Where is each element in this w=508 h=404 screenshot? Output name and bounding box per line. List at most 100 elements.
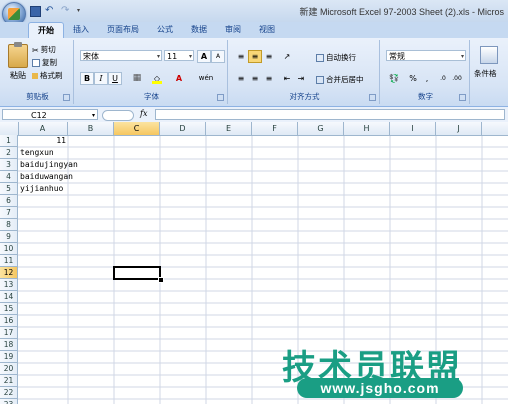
decrease-indent-icon[interactable]: ⇤ bbox=[280, 72, 294, 85]
paste-icon[interactable] bbox=[8, 42, 28, 68]
scissors-icon: ✂ bbox=[32, 45, 39, 55]
name-box-value: C12 bbox=[31, 111, 47, 120]
align-right-icon[interactable]: ≡ bbox=[262, 72, 276, 85]
column-header-e[interactable]: E bbox=[206, 122, 252, 135]
name-box[interactable]: C12 ▾ bbox=[2, 109, 98, 120]
cut-button[interactable]: ✂ 剪切 bbox=[32, 44, 56, 55]
row-header-10[interactable]: 10 bbox=[0, 243, 18, 255]
increase-indent-icon[interactable]: ⇥ bbox=[294, 72, 308, 85]
font-name-combo[interactable]: 宋体 ▾ bbox=[80, 50, 162, 61]
row-header-21[interactable]: 21 bbox=[0, 375, 18, 387]
number-format-combo[interactable]: 常规 ▾ bbox=[386, 50, 466, 61]
row-header-22[interactable]: 22 bbox=[0, 387, 18, 399]
grow-font-button[interactable]: A bbox=[197, 50, 211, 63]
row-header-2[interactable]: 2 bbox=[0, 147, 18, 159]
column-header-c[interactable]: C bbox=[114, 122, 160, 135]
wrap-text-button[interactable]: 自动换行 bbox=[316, 52, 356, 63]
row-header-14[interactable]: 14 bbox=[0, 291, 18, 303]
redo-icon[interactable]: ↷ bbox=[61, 5, 73, 17]
row-header-1[interactable]: 1 bbox=[0, 135, 18, 147]
insert-function-button[interactable]: fx bbox=[140, 109, 147, 118]
column-header-j[interactable]: J bbox=[436, 122, 482, 135]
font-size-combo[interactable]: 11 ▾ bbox=[164, 50, 194, 61]
conditional-format-icon[interactable] bbox=[480, 46, 498, 64]
number-launcher-icon[interactable] bbox=[459, 94, 466, 101]
conditional-format-button[interactable]: 条件格 bbox=[474, 68, 497, 79]
copy-icon bbox=[32, 58, 40, 67]
row-header-13[interactable]: 13 bbox=[0, 279, 18, 291]
tab-data[interactable]: 数据 bbox=[182, 22, 216, 38]
alignment-launcher-icon[interactable] bbox=[369, 94, 376, 101]
underline-button[interactable]: U bbox=[108, 72, 122, 85]
tab-review[interactable]: 审阅 bbox=[216, 22, 250, 38]
select-all-corner[interactable] bbox=[0, 122, 19, 135]
save-icon[interactable] bbox=[30, 5, 41, 17]
cell-a3[interactable]: baidujingyan bbox=[20, 160, 78, 170]
phonetic-button[interactable]: wén bbox=[194, 72, 218, 85]
row-header-9[interactable]: 9 bbox=[0, 231, 18, 243]
row-header-15[interactable]: 15 bbox=[0, 303, 18, 315]
clipboard-launcher-icon[interactable] bbox=[63, 94, 70, 101]
font-color-icon[interactable]: A bbox=[172, 72, 186, 85]
format-painter-button[interactable]: 格式刷 bbox=[32, 70, 63, 81]
row-header-23[interactable]: 23 bbox=[0, 399, 18, 404]
copy-button[interactable]: 复制 bbox=[32, 57, 57, 68]
formula-input[interactable] bbox=[155, 109, 505, 120]
row-header-16[interactable]: 16 bbox=[0, 315, 18, 327]
italic-button[interactable]: I bbox=[94, 72, 108, 85]
column-header-b[interactable]: B bbox=[68, 122, 114, 135]
column-header-i[interactable]: I bbox=[390, 122, 436, 135]
row-header-19[interactable]: 19 bbox=[0, 351, 18, 363]
column-header-d[interactable]: D bbox=[160, 122, 206, 135]
row-header-20[interactable]: 20 bbox=[0, 363, 18, 375]
decrease-decimal-icon[interactable]: .00 bbox=[450, 72, 464, 85]
cell-a4[interactable]: baiduwangan bbox=[20, 172, 73, 182]
watermark-url: www.jsgho.com bbox=[297, 378, 463, 398]
row-header-3[interactable]: 3 bbox=[0, 159, 18, 171]
fill-color-icon[interactable]: ◇ bbox=[150, 72, 164, 85]
align-left-icon[interactable]: ≡ bbox=[234, 72, 248, 85]
column-header-g[interactable]: G bbox=[298, 122, 344, 135]
row-header-11[interactable]: 11 bbox=[0, 255, 18, 267]
column-header-f[interactable]: F bbox=[252, 122, 298, 135]
borders-icon[interactable]: ▦ bbox=[130, 72, 144, 85]
orientation-icon[interactable]: ↗ bbox=[280, 50, 294, 63]
chevron-down-icon: ▾ bbox=[460, 53, 464, 60]
font-launcher-icon[interactable] bbox=[217, 94, 224, 101]
column-header-h[interactable]: H bbox=[344, 122, 390, 135]
fill-handle[interactable] bbox=[158, 277, 164, 283]
align-top-icon[interactable]: ≡ bbox=[234, 50, 248, 63]
active-cell-border[interactable] bbox=[113, 266, 161, 280]
paste-button[interactable]: 粘贴 bbox=[10, 70, 26, 81]
cell-a1[interactable]: 11 bbox=[20, 136, 66, 146]
tab-formulas[interactable]: 公式 bbox=[148, 22, 182, 38]
merge-center-button[interactable]: 合并后居中 bbox=[316, 74, 364, 85]
tab-home[interactable]: 开始 bbox=[28, 22, 64, 39]
row-header-4[interactable]: 4 bbox=[0, 171, 18, 183]
qat-customize-icon[interactable]: ▾ bbox=[77, 5, 89, 17]
row-header-5[interactable]: 5 bbox=[0, 183, 18, 195]
cell-a2[interactable]: tengxun bbox=[20, 148, 54, 158]
ribbon-tabs: 开始 插入 页面布局 公式 数据 审阅 视图 bbox=[0, 22, 508, 39]
row-header-8[interactable]: 8 bbox=[0, 219, 18, 231]
percent-button[interactable]: % bbox=[406, 72, 420, 85]
row-header-18[interactable]: 18 bbox=[0, 339, 18, 351]
tab-insert[interactable]: 插入 bbox=[64, 22, 98, 38]
row-header-12[interactable]: 12 bbox=[0, 267, 18, 279]
align-bottom-icon[interactable]: ≡ bbox=[262, 50, 276, 63]
row-header-7[interactable]: 7 bbox=[0, 207, 18, 219]
column-header-a[interactable]: A bbox=[18, 122, 68, 135]
tab-view[interactable]: 视图 bbox=[250, 22, 284, 38]
increase-decimal-icon[interactable]: .0 bbox=[436, 72, 450, 85]
align-center-icon[interactable]: ≡ bbox=[248, 72, 262, 85]
comma-button[interactable]: , bbox=[420, 72, 434, 85]
cell-a5[interactable]: yijianhuo bbox=[20, 184, 63, 194]
tab-page-layout[interactable]: 页面布局 bbox=[98, 22, 148, 38]
row-header-6[interactable]: 6 bbox=[0, 195, 18, 207]
shrink-font-button[interactable]: A bbox=[211, 50, 225, 63]
align-middle-icon[interactable]: ≡ bbox=[248, 50, 262, 63]
undo-icon[interactable]: ↶ bbox=[45, 5, 57, 17]
currency-icon[interactable]: 💱 bbox=[386, 72, 402, 85]
bold-button[interactable]: B bbox=[80, 72, 94, 85]
row-header-17[interactable]: 17 bbox=[0, 327, 18, 339]
